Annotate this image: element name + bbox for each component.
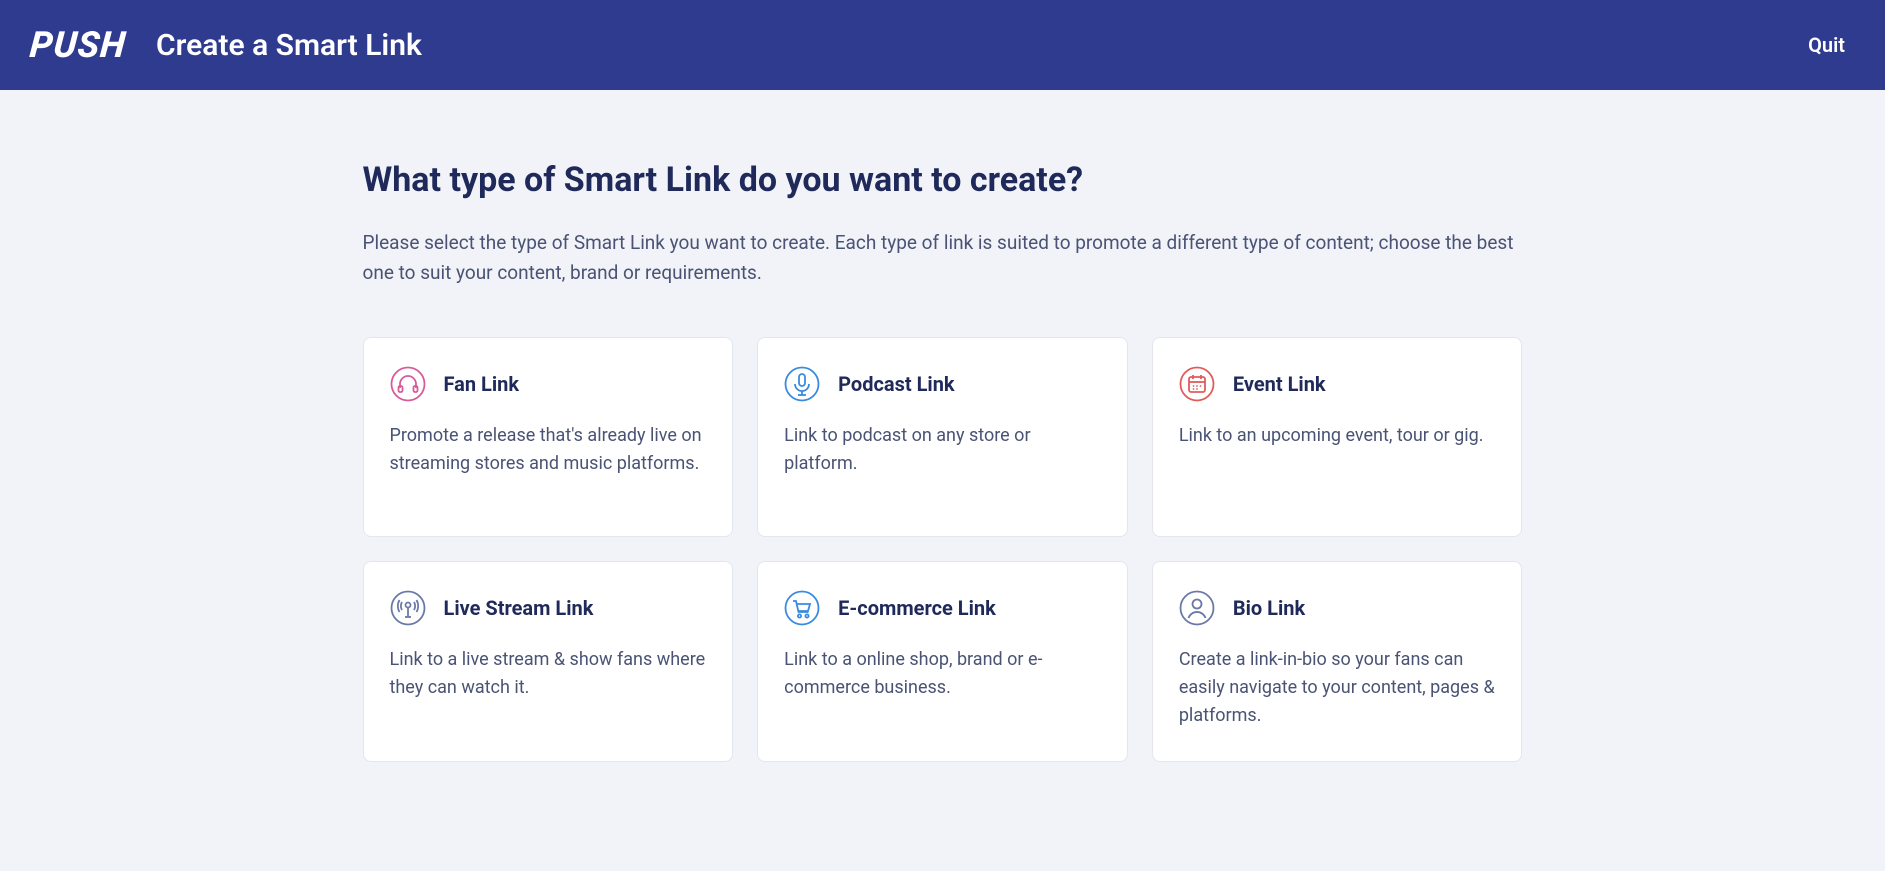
card-fan-link[interactable]: Fan Link Promote a release that's alread…	[363, 337, 734, 537]
page-heading: What type of Smart Link do you want to c…	[363, 160, 1523, 200]
card-head: Fan Link	[390, 366, 707, 402]
card-description: Create a link-in-bio so your fans can ea…	[1179, 646, 1496, 730]
card-description: Link to podcast on any store or platform…	[784, 422, 1101, 478]
user-icon	[1179, 590, 1215, 626]
card-head: Live Stream Link	[390, 590, 707, 626]
calendar-icon	[1179, 366, 1215, 402]
page-description: Please select the type of Smart Link you…	[363, 228, 1523, 289]
card-ecommerce-link[interactable]: E-commerce Link Link to a online shop, b…	[757, 561, 1128, 763]
app-header: PUSH Create a Smart Link Quit	[0, 0, 1885, 90]
card-title: Podcast Link	[838, 372, 954, 396]
card-description: Link to a live stream & show fans where …	[390, 646, 707, 702]
quit-button[interactable]: Quit	[1808, 33, 1845, 57]
card-event-link[interactable]: Event Link Link to an upcoming event, to…	[1152, 337, 1523, 537]
microphone-icon	[784, 366, 820, 402]
brand-logo[interactable]: PUSH	[28, 24, 128, 66]
card-title: Event Link	[1233, 372, 1326, 396]
card-title: Fan Link	[444, 372, 520, 396]
card-title: Bio Link	[1233, 596, 1305, 620]
card-description: Link to a online shop, brand or e-commer…	[784, 646, 1101, 702]
cart-icon	[784, 590, 820, 626]
card-head: Bio Link	[1179, 590, 1496, 626]
header-title: Create a Smart Link	[156, 28, 422, 63]
card-head: Podcast Link	[784, 366, 1101, 402]
card-bio-link[interactable]: Bio Link Create a link-in-bio so your fa…	[1152, 561, 1523, 763]
card-live-stream-link[interactable]: Live Stream Link Link to a live stream &…	[363, 561, 734, 763]
card-head: Event Link	[1179, 366, 1496, 402]
card-description: Promote a release that's already live on…	[390, 422, 707, 478]
header-left: PUSH Create a Smart Link	[30, 24, 422, 66]
main-content: What type of Smart Link do you want to c…	[343, 90, 1543, 802]
card-title: E-commerce Link	[838, 596, 996, 620]
broadcast-icon	[390, 590, 426, 626]
card-podcast-link[interactable]: Podcast Link Link to podcast on any stor…	[757, 337, 1128, 537]
headphones-icon	[390, 366, 426, 402]
link-type-grid: Fan Link Promote a release that's alread…	[363, 337, 1523, 763]
card-description: Link to an upcoming event, tour or gig.	[1179, 422, 1496, 450]
card-head: E-commerce Link	[784, 590, 1101, 626]
card-title: Live Stream Link	[444, 596, 594, 620]
